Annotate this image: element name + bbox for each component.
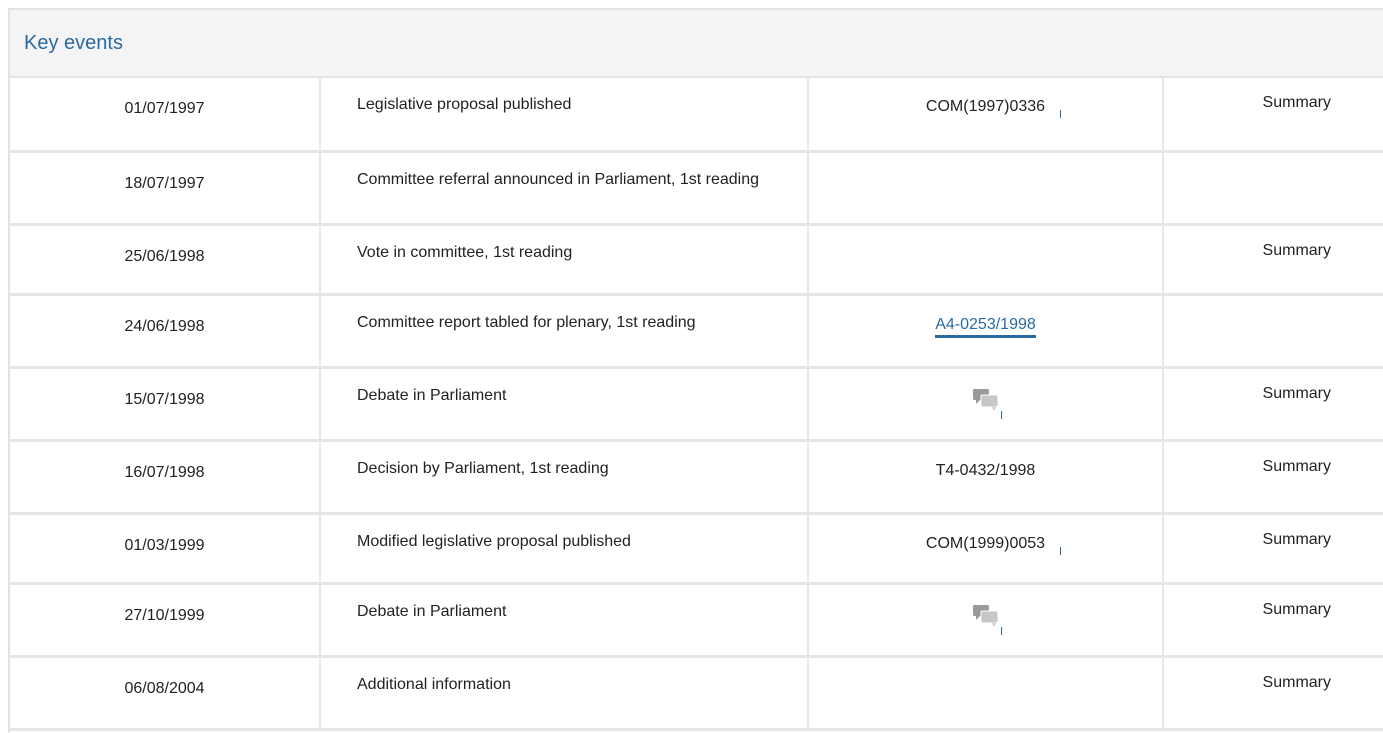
event-date: 15/07/1998 [10, 367, 321, 442]
event-title: Committee report tabled for plenary, 1st… [320, 294, 809, 369]
event-title: Modified legislative proposal published [320, 513, 809, 585]
link-marker [1060, 110, 1061, 118]
table-row: 16/07/1998 Decision by Parliament, 1st r… [10, 440, 1383, 515]
table-row: 01/07/1997 Legislative proposal publishe… [10, 78, 1383, 153]
key-events-header: Key events [10, 10, 1383, 78]
table-row: 15/07/1998 Debate in Parliament Summary [10, 367, 1383, 442]
summary-link[interactable]: Summary [1163, 656, 1383, 731]
table-row: 24/06/1998 Committee report tabled for p… [10, 294, 1383, 369]
event-date: 25/06/1998 [10, 224, 321, 296]
committee-report-link[interactable]: A4-0253/1998 [935, 315, 1036, 338]
event-title: Decision by Parliament, 1st reading [320, 440, 809, 515]
event-document[interactable] [808, 367, 1164, 442]
debate-speech-bubbles-icon[interactable] [971, 602, 1001, 632]
event-title: Committee referral announced in Parliame… [320, 151, 809, 226]
event-document [808, 224, 1164, 296]
event-title: Additional information [320, 656, 809, 731]
table-row: 01/03/1999 Modified legislative proposal… [10, 513, 1383, 585]
event-document[interactable]: A4-0253/1998 [808, 294, 1164, 369]
event-title: Debate in Parliament [320, 583, 809, 658]
event-title: Legislative proposal published [320, 78, 809, 153]
summary-link[interactable]: Summary [1163, 513, 1383, 585]
summary-link[interactable]: Summary [1163, 583, 1383, 658]
event-date: 18/07/1997 [10, 151, 321, 226]
event-document[interactable]: T4-0432/1998 [808, 440, 1164, 515]
summary-link[interactable]: Summary [1163, 78, 1383, 153]
key-events-panel: Key events 01/07/1997 Legislative propos… [8, 8, 1383, 733]
summary-link[interactable]: Summary [1163, 224, 1383, 296]
summary-link [1163, 294, 1383, 369]
event-date: 01/07/1997 [10, 78, 321, 153]
summary-link[interactable]: Summary [1163, 367, 1383, 442]
key-events-table: 01/07/1997 Legislative proposal publishe… [10, 78, 1383, 731]
event-date: 06/08/2004 [10, 656, 321, 731]
table-row: 25/06/1998 Vote in committee, 1st readin… [10, 224, 1383, 296]
event-document[interactable]: COM(1999)0053 [808, 513, 1164, 585]
event-document [808, 656, 1164, 731]
table-row: 27/10/1999 Debate in Parliament Summary [10, 583, 1383, 658]
event-document [808, 151, 1164, 226]
event-title: Debate in Parliament [320, 367, 809, 442]
key-events-title: Key events [24, 31, 123, 54]
link-marker [1060, 546, 1061, 555]
document-reference[interactable]: COM(1997)0336 [926, 98, 1045, 115]
summary-link [1163, 151, 1383, 226]
event-date: 24/06/1998 [10, 294, 321, 369]
event-document[interactable]: COM(1997)0336 [808, 78, 1164, 153]
event-document[interactable] [808, 583, 1164, 658]
summary-link[interactable]: Summary [1163, 440, 1383, 515]
debate-speech-bubbles-icon[interactable] [971, 386, 1001, 416]
document-reference[interactable]: COM(1999)0053 [926, 535, 1045, 552]
event-date: 27/10/1999 [10, 583, 321, 658]
link-marker [1001, 410, 1002, 419]
table-row: 18/07/1997 Committee referral announced … [10, 151, 1383, 226]
event-date: 16/07/1998 [10, 440, 321, 515]
link-marker [1001, 626, 1002, 635]
event-date: 01/03/1999 [10, 513, 321, 585]
event-title: Vote in committee, 1st reading [320, 224, 809, 296]
table-row: 06/08/2004 Additional information Summar… [10, 656, 1383, 731]
